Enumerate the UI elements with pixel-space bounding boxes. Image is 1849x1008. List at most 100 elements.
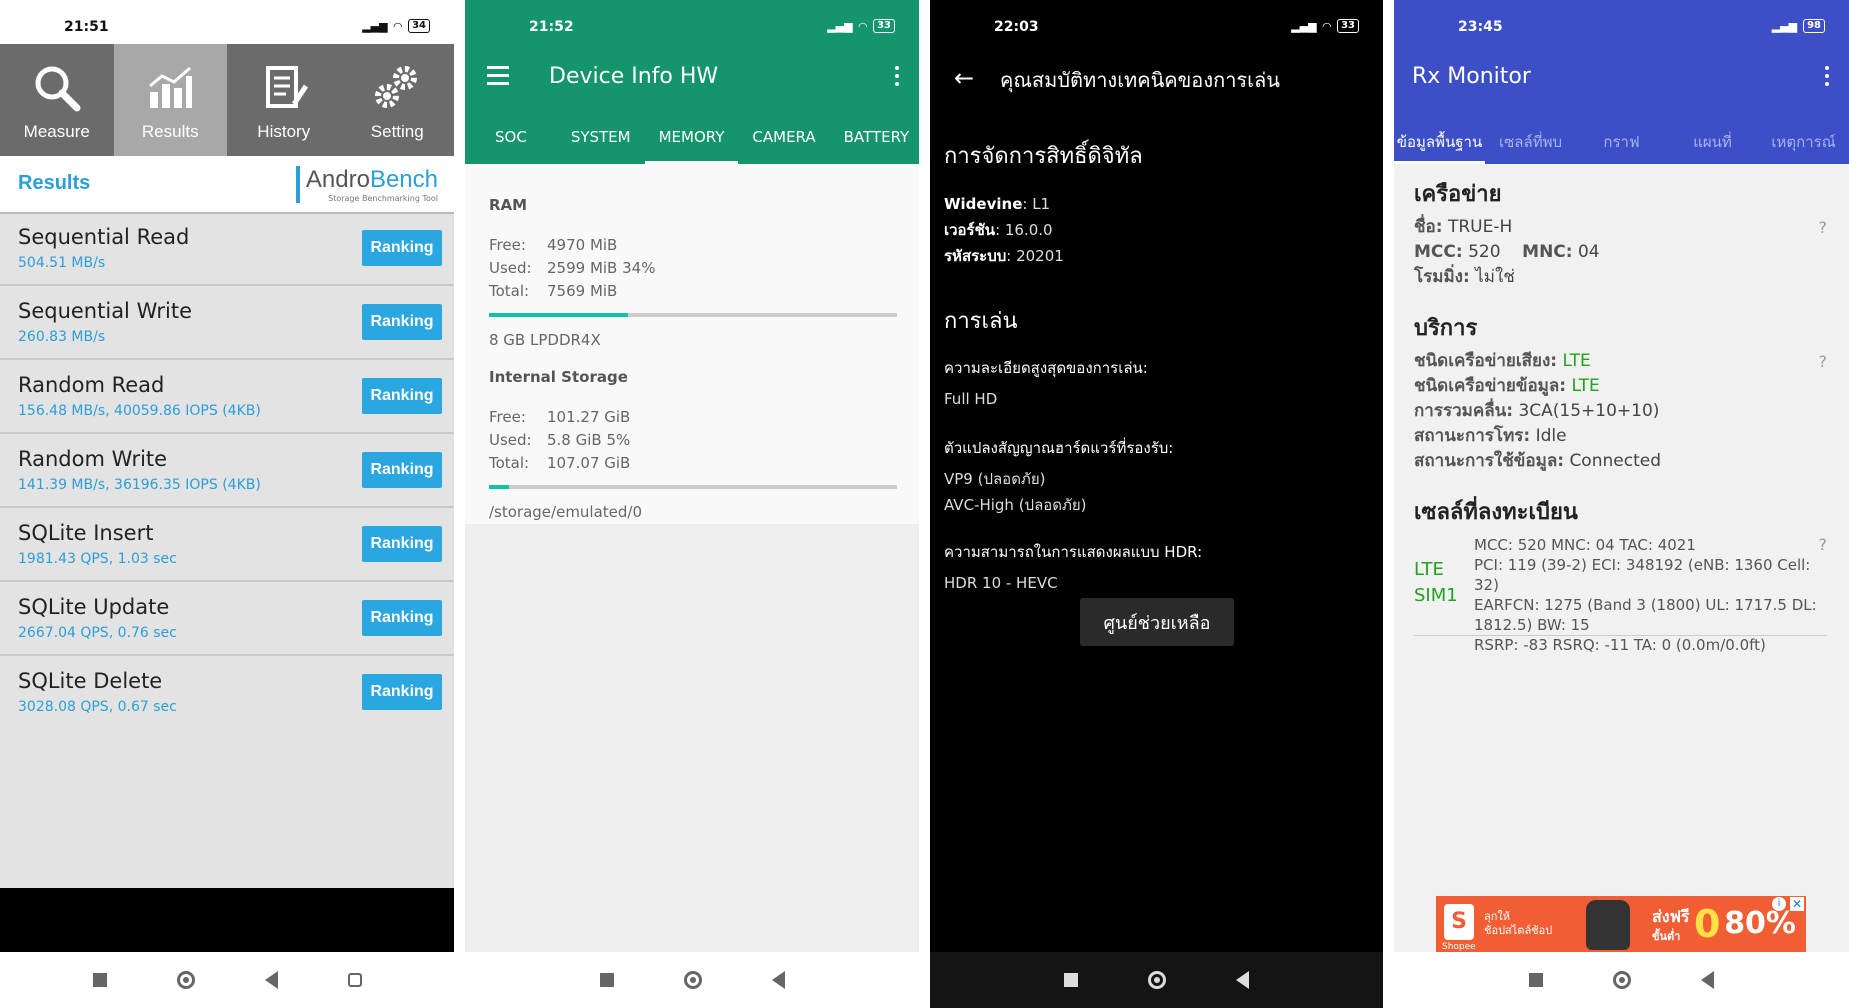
- specs-content: การจัดการสิทธิ์ดิจิทัล Widevine: L1 เวอร…: [944, 138, 1369, 596]
- home-button[interactable]: [176, 971, 195, 989]
- help-icon[interactable]: ?: [1819, 215, 1828, 240]
- ad-discount: 80%: [1724, 906, 1796, 941]
- ad-placeholder: [0, 888, 454, 952]
- back-button[interactable]: [1701, 971, 1714, 989]
- ad-banner[interactable]: S Shopee ลุกให้ ช้อปสไตล์ช้อป ส่งฟรี ขั้นต…: [1436, 896, 1806, 954]
- result-row: Sequential Write 260.83 MB/s Ranking: [0, 286, 454, 360]
- tab-results[interactable]: Results: [113, 44, 227, 156]
- tab-history[interactable]: History: [227, 44, 341, 156]
- ram-total: 7569 MiB: [547, 282, 618, 300]
- result-value: 156.48 MB/s, 40059.86 IOPS (4KB): [18, 403, 261, 419]
- tab-system[interactable]: SYSTEM: [557, 112, 645, 164]
- androbench-logo: AndroBench Storage Benchmarking Tool: [295, 166, 438, 203]
- ranking-button[interactable]: Ranking: [362, 600, 442, 636]
- menu-icon[interactable]: [487, 66, 509, 90]
- result-value: 260.83 MB/s: [18, 329, 106, 345]
- ad-close-icon[interactable]: ✕: [1790, 897, 1804, 911]
- home-button[interactable]: [683, 971, 702, 989]
- battery-icon: 34: [408, 19, 430, 33]
- recents-button[interactable]: [92, 973, 107, 987]
- signal-icon: ▂▄▆: [827, 19, 853, 33]
- status-icons: ▂▄▆ 98: [1772, 19, 1825, 33]
- info-content: เครือข่าย ชื่อ: TRUE-H? MCC: 520 MNC: 04…: [1414, 176, 1828, 654]
- rx-monitor-screen: 23:45 ▂▄▆ 98 Rx Monitor ข้อมูลพื้นฐาน เซ…: [1394, 0, 1849, 1008]
- tab-cells-found[interactable]: เซลล์ที่พบ: [1485, 112, 1576, 164]
- storage-free: 101.27 GiB: [547, 408, 631, 426]
- result-row: Random Read 156.48 MB/s, 40059.86 IOPS (…: [0, 360, 454, 434]
- tab-memory[interactable]: MEMORY: [644, 112, 739, 164]
- help-icon[interactable]: ?: [1819, 349, 1828, 374]
- ranking-button[interactable]: Ranking: [362, 452, 442, 488]
- help-icon[interactable]: ?: [1819, 535, 1828, 554]
- status-bar: 22:03 ▂▄▆ ◠ 33: [930, 0, 1383, 44]
- ranking-button[interactable]: Ranking: [362, 674, 442, 710]
- arrow-left-icon[interactable]: ←: [954, 64, 974, 92]
- tab-basic-info[interactable]: ข้อมูลพื้นฐาน: [1394, 112, 1485, 164]
- overflow-menu-icon[interactable]: [895, 66, 899, 90]
- results-list: Sequential Read 504.51 MB/s Ranking Sequ…: [0, 212, 454, 728]
- page-title: Results: [18, 172, 91, 194]
- gear-icon: [375, 66, 418, 108]
- tab-camera[interactable]: CAMERA: [738, 112, 829, 164]
- registered-cell[interactable]: LTE SIM1 MCC: 520 MNC: 04 TAC: 4021 PCI: …: [1414, 535, 1828, 654]
- tab-map[interactable]: แผนที่: [1667, 112, 1758, 164]
- ranking-button[interactable]: Ranking: [362, 526, 442, 562]
- back-button[interactable]: [771, 971, 785, 989]
- app-title: Device Info HW: [549, 64, 719, 89]
- ad-info-icon[interactable]: i: [1772, 897, 1786, 911]
- chart-icon: [149, 66, 193, 108]
- back-button[interactable]: [264, 971, 278, 989]
- result-value: 504.51 MB/s: [18, 255, 106, 271]
- result-name: SQLite Delete: [18, 669, 163, 693]
- back-button[interactable]: [1236, 971, 1249, 989]
- recents-button[interactable]: [1064, 973, 1078, 987]
- decoder-value: VP9 (ปลอดภัย): [944, 470, 1046, 488]
- result-name: Sequential Write: [18, 299, 193, 323]
- home-button[interactable]: [1613, 971, 1631, 989]
- result-row: SQLite Update 2667.04 QPS, 0.76 sec Rank…: [0, 582, 454, 656]
- recents-button[interactable]: [1529, 973, 1543, 987]
- storage-total: 107.07 GiB: [547, 454, 631, 472]
- tab-setting[interactable]: Setting: [341, 44, 455, 156]
- ranking-button[interactable]: Ranking: [362, 304, 442, 340]
- wifi-icon: ◠: [393, 19, 403, 33]
- ram-usage-bar: [489, 313, 897, 317]
- tab-events[interactable]: เหตุการณ์: [1758, 112, 1849, 164]
- tab-measure[interactable]: Measure: [0, 44, 114, 156]
- result-row: SQLite Delete 3028.08 QPS, 0.67 sec Rank…: [0, 656, 454, 728]
- storage-usage-bar: [489, 485, 897, 489]
- main-tabs: Measure Results History Setting: [0, 44, 454, 156]
- overflow-menu-icon[interactable]: [1825, 66, 1829, 90]
- result-name: Sequential Read: [18, 225, 190, 249]
- status-icons: ▂▄▆ ◠ 33: [827, 19, 895, 33]
- result-name: SQLite Insert: [18, 521, 154, 545]
- hdr-label: ความสามารถในการแสดงผลแบบ HDR:: [944, 543, 1203, 561]
- tab-label: Measure: [23, 122, 90, 141]
- network-name: ชื่อ: TRUE-H?: [1414, 215, 1827, 240]
- nav-bar: [930, 952, 1383, 1008]
- network-roaming: โรมมิ่ง: ไม่ใช่: [1414, 267, 1515, 287]
- top-bar: ← คุณสมบัติทางเทคนิคของการเล่น: [930, 44, 1383, 108]
- ranking-button[interactable]: Ranking: [362, 378, 442, 414]
- max-resolution-label: ความละเอียดสูงสุดของการเล่น:: [944, 359, 1148, 377]
- ranking-button[interactable]: Ranking: [362, 230, 442, 266]
- result-row: Random Write 141.39 MB/s, 36196.35 IOPS …: [0, 434, 454, 508]
- ram-used: 2599 MiB 34%: [547, 259, 656, 277]
- tab-soc[interactable]: SOC: [465, 112, 557, 164]
- tab-graph[interactable]: กราฟ: [1576, 112, 1667, 164]
- ram-free: 4970 MiB: [547, 236, 618, 254]
- status-bar: 21:52 ▂▄▆ ◠ 33: [465, 0, 919, 44]
- handbag-image: [1586, 900, 1630, 950]
- tab-battery[interactable]: BATTERY: [830, 112, 919, 164]
- result-name: SQLite Update: [18, 595, 170, 619]
- device-info-screen: 21:52 ▂▄▆ ◠ 33 Device Info HW SOC SYSTEM…: [465, 0, 919, 1008]
- wifi-icon: ◠: [858, 19, 868, 33]
- cell-details: MCC: 520 MNC: 04 TAC: 4021 PCI: 119 (39-…: [1474, 536, 1817, 654]
- result-row: Sequential Read 504.51 MB/s Ranking: [0, 212, 454, 286]
- screen-rotate-icon[interactable]: [347, 973, 362, 987]
- status-time: 23:45: [1458, 19, 1503, 35]
- help-center-button[interactable]: ศูนย์ช่วยเหลือ: [1080, 598, 1234, 646]
- recents-button[interactable]: [599, 973, 614, 987]
- home-button[interactable]: [1148, 971, 1166, 989]
- result-value: 3028.08 QPS, 0.67 sec: [18, 699, 177, 715]
